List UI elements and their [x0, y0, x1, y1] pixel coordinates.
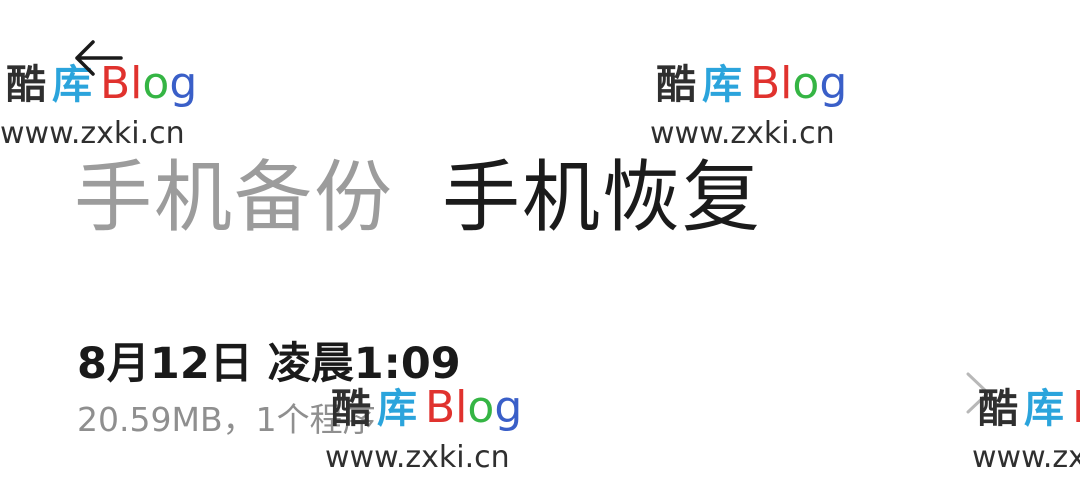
- backup-list-item[interactable]: 8月12日 凌晨1:09 20.59MB，1个程序: [0, 330, 1080, 450]
- watermark-logo-mark: 酷库Blog: [656, 58, 848, 109]
- tab-phone-backup[interactable]: 手机备份: [74, 148, 394, 248]
- tab-phone-restore[interactable]: 手机恢复: [442, 148, 762, 248]
- watermark-url: www.zxki.cn: [650, 116, 835, 151]
- watermark-url: www.zxki.cn: [0, 116, 185, 151]
- chevron-right-icon: [966, 372, 990, 414]
- backup-date-title: 8月12日 凌晨1:09: [77, 339, 461, 389]
- back-arrow-icon: [75, 40, 123, 76]
- backup-size-subtitle: 20.59MB，1个程序: [77, 400, 376, 439]
- back-button[interactable]: [70, 34, 126, 82]
- watermark-logo: 酷库Blog www.zxki.cn: [650, 56, 870, 156]
- tab-bar: 手机备份 手机恢复: [74, 148, 762, 248]
